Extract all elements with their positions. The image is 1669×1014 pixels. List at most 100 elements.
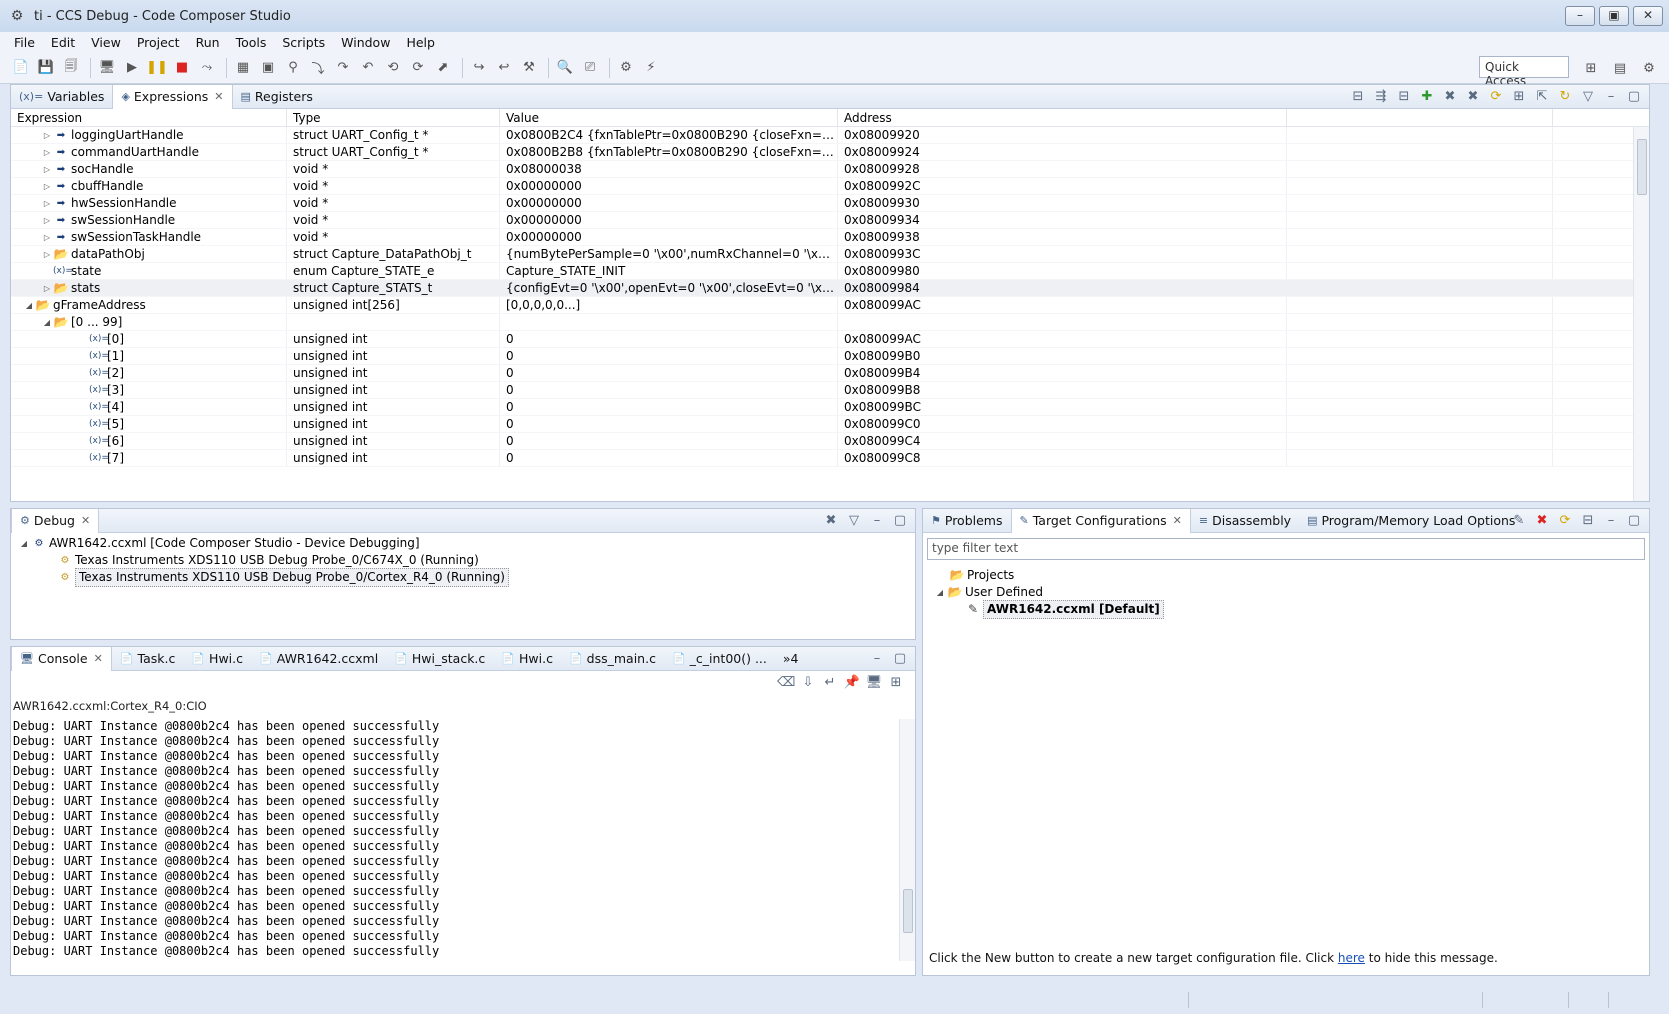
cell-value[interactable]: {configEvt=0 '\x00',openEvt=0 '\x00',clo… [500,280,838,296]
step-mode-icon[interactable]: ▣ [257,57,279,79]
expand-icon[interactable]: ◢ [17,535,31,552]
add-expression-icon[interactable]: ✚ [1418,88,1436,106]
new-view-icon[interactable]: ⊞ [1510,88,1528,106]
cell-value[interactable]: 0x00000000 [500,195,838,211]
word-wrap-icon[interactable]: ↵ [821,674,839,692]
show-type-names-icon[interactable]: ⊟ [1349,88,1367,106]
save-icon[interactable]: 💾 [35,57,57,79]
remove-all-expressions-icon[interactable]: ✖ [1464,88,1482,106]
expand-toggle-icon[interactable]: ▷ [41,280,53,296]
tab-hwi-c[interactable]: 📄 Hwi.c [183,647,251,671]
table-row[interactable]: ◢ 📂 gFrameAddress unsigned int[256] [0,0,0,0… [11,297,1649,314]
cell-value[interactable]: 0 [500,399,838,415]
save-all-icon[interactable]: 🗐 [60,57,82,79]
expand-toggle-icon[interactable]: ▷ [41,229,53,245]
close-tab-icon[interactable]: ✕ [94,652,103,665]
open-console-icon[interactable]: ⎚ [579,57,601,79]
minimize-view-icon[interactable]: – [868,512,886,530]
table-row[interactable]: (x)= [4] unsigned int 0 0x080099BC [11,399,1649,416]
scroll-thumb[interactable] [903,889,913,933]
tab-variables[interactable]: (x)= Variables [11,85,112,109]
memory-grid-icon[interactable]: ▦ [232,57,254,79]
tab-awr1642-ccxml[interactable]: 📄 AWR1642.ccxml [251,647,386,671]
new-target-config-icon[interactable]: ✎ [1510,512,1528,530]
tree-item[interactable]: ◢ 📂 User Defined [923,584,1649,601]
tab-program-memory-load-options[interactable]: ▤ Program/Memory Load Options [1299,509,1523,533]
expand-toggle-icon[interactable]: ◢ [23,297,35,313]
column-expression[interactable]: Expression [11,109,287,126]
filter-input[interactable]: type filter text [927,538,1645,560]
new-icon[interactable]: 📄 [10,57,32,79]
cell-value[interactable]: [0,0,0,0,0...] [500,297,838,313]
debug-settings-icon[interactable]: ⚙ [615,57,637,79]
menu-tools[interactable]: Tools [228,35,275,50]
pin-console-icon[interactable]: 📌 [843,674,861,692]
tab-console[interactable]: 🖥 Console ✕ [11,646,112,671]
collapse-all-icon[interactable]: ⊟ [1579,512,1597,530]
quick-access-input[interactable]: Quick Access [1479,56,1569,88]
tab--4[interactable]: »4 [775,647,807,671]
cell-value[interactable]: {numBytePerSample=0 '\x00',numRxChannel=… [500,246,838,262]
step-return-icon[interactable]: ↶ [357,57,379,79]
ccs-edit-perspective-icon[interactable]: ▤ [1609,57,1631,79]
table-row[interactable]: ▷ 📂 stats struct Capture_STATS_t {configEvt=… [11,280,1649,297]
collapse-all-icon[interactable]: ⊟ [1395,88,1413,106]
close-tab-icon[interactable]: ✕ [1173,514,1182,527]
close-tab-icon[interactable]: ✕ [214,90,223,103]
show-logical-structure-icon[interactable]: ⇶ [1372,88,1390,106]
maximize-button[interactable]: ▣ [1599,6,1629,26]
column-type[interactable]: Type [287,109,500,126]
cell-value[interactable]: 0 [500,433,838,449]
search-icon[interactable]: 🔍 [554,57,576,79]
table-row[interactable]: (x)= state enum Capture_STATE_e Capture_STA… [11,263,1649,280]
tab-expressions[interactable]: ◈ Expressions ✕ [112,84,233,109]
close-window-button[interactable]: ✕ [1633,6,1663,26]
cell-value[interactable]: 0x00000000 [500,212,838,228]
clear-console-icon[interactable]: ⌫ [777,674,795,692]
table-row[interactable]: (x)= [3] unsigned int 0 0x080099B8 [11,382,1649,399]
cell-value[interactable]: 0 [500,416,838,432]
table-row[interactable]: (x)= [5] unsigned int 0 0x080099C0 [11,416,1649,433]
table-row[interactable]: ◢ 📂 [0 ... 99] [11,314,1649,331]
maximize-view-icon[interactable]: ▢ [1625,512,1643,530]
remove-launch-icon[interactable]: ✖ [822,512,840,530]
ccs-debug-perspective-icon[interactable]: ⚙ [1638,57,1660,79]
cell-value[interactable]: 0 [500,331,838,347]
tab-hwi-c[interactable]: 📄 Hwi.c [493,647,561,671]
table-row[interactable]: ▷ ➡ hwSessionHandle void * 0x00000000 0x08009… [11,195,1649,212]
cell-value[interactable]: 0 [500,382,838,398]
flash-icon[interactable]: ⚡ [640,57,662,79]
tab--c-int00-[interactable]: 📄 _c_int00() ... [664,647,775,671]
expand-toggle-icon[interactable]: ▷ [41,127,53,143]
tab-problems[interactable]: ⚑ Problems [923,509,1011,533]
table-row[interactable]: ▷ ➡ swSessionHandle void * 0x00000000 0x08009… [11,212,1649,229]
column-value[interactable]: Value [500,109,838,126]
terminate-icon[interactable]: ■ [171,57,193,79]
assembly-step-over-icon[interactable]: ↩ [493,57,515,79]
suspend-icon[interactable]: ❚❚ [146,57,168,79]
cell-value[interactable] [500,314,838,330]
tab-target-configurations[interactable]: ✎ Target Configurations ✕ [1010,508,1191,533]
cell-value[interactable]: 0x0800B2B8 {fxnTablePtr=0x0800B290 {clos… [500,144,838,160]
expand-toggle-icon[interactable]: ▷ [41,178,53,194]
hide-message-link[interactable]: here [1338,951,1365,965]
table-row[interactable]: (x)= [0] unsigned int 0 0x080099AC [11,331,1649,348]
tab-registers[interactable]: ▤ Registers [233,85,321,109]
menu-file[interactable]: File [6,35,43,50]
menu-edit[interactable]: Edit [43,35,83,50]
cell-value[interactable]: 0 [500,348,838,364]
resume-icon[interactable]: ▶ [121,57,143,79]
step-into-icon[interactable]: ⤵ [307,57,329,79]
delete-icon[interactable]: ✖ [1533,512,1551,530]
table-row[interactable]: ▷ ➡ commandUartHandle struct UART_Config_t … [11,144,1649,161]
debug-thread-item[interactable]: ⚙ Texas Instruments XDS110 USB Debug Pro… [11,552,915,569]
expand-toggle-icon[interactable]: ▷ [41,246,53,262]
table-row[interactable]: (x)= [2] unsigned int 0 0x080099B4 [11,365,1649,382]
minimize-view-icon[interactable]: – [868,650,886,668]
minimize-button[interactable]: – [1565,6,1595,26]
cell-value[interactable]: 0x00000000 [500,229,838,245]
expand-icon[interactable]: ◢ [933,584,947,601]
refresh-all-icon[interactable]: ⟳ [1487,88,1505,106]
load-program-icon[interactable]: ⬈ [432,57,454,79]
step-over-icon[interactable]: ↷ [332,57,354,79]
